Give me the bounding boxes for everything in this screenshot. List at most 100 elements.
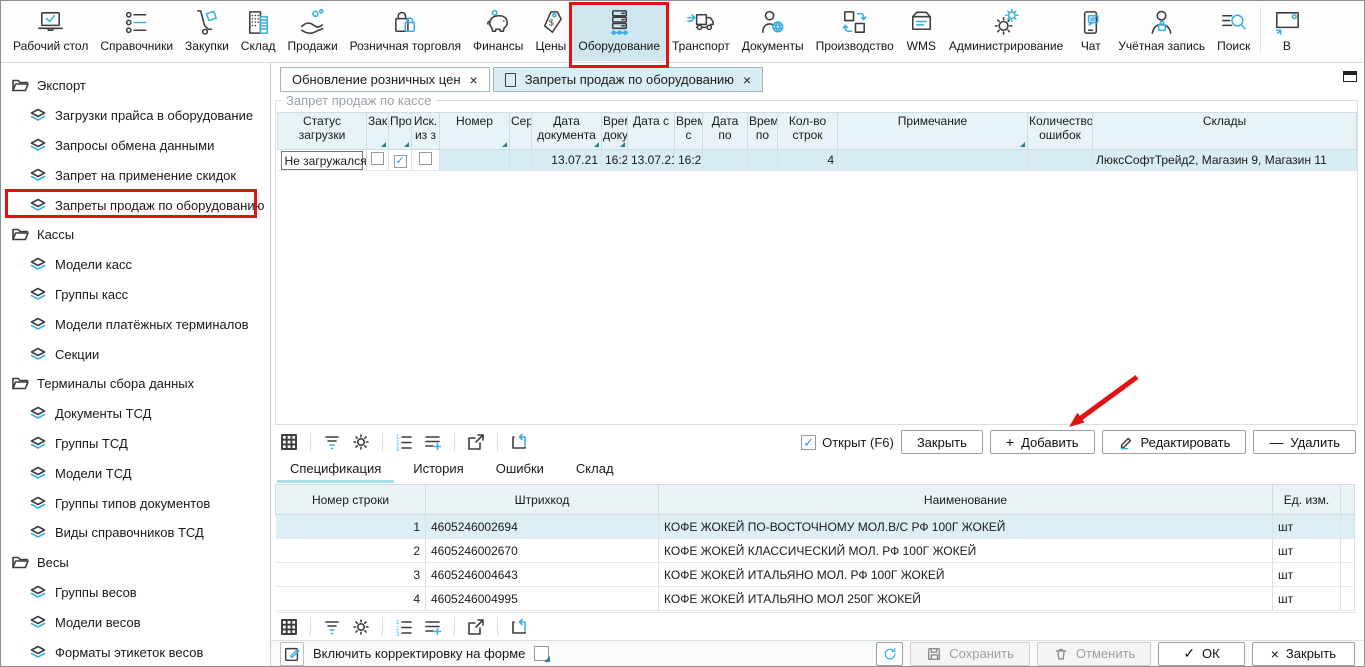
list-add-icon[interactable]: [421, 615, 445, 639]
cell-doc-date[interactable]: 13.07.21: [532, 150, 602, 171]
checkbox-unchecked[interactable]: [371, 152, 384, 165]
col-header-zakr[interactable]: Закр: [367, 113, 389, 150]
cell-warehouses[interactable]: ЛюксСофтТрейд2, Магазин 9, Магазин 11: [1093, 150, 1357, 171]
tab-errors[interactable]: Ошибки: [483, 458, 557, 483]
close-icon[interactable]: ×: [470, 73, 478, 87]
sidebar-item-tsd-documents[interactable]: Документы ТСД: [1, 399, 270, 429]
numbered-list-icon[interactable]: 123: [392, 615, 416, 639]
col-header-isk[interactable]: Иск. из з: [412, 113, 440, 150]
col-header-time-from[interactable]: Врем. с: [675, 113, 703, 150]
toolbar-item-prices[interactable]: $ Цены: [529, 5, 572, 61]
sidebar-item-sections[interactable]: Секции: [1, 339, 270, 369]
toolbar-item-desktop[interactable]: Рабочий стол: [7, 5, 94, 61]
toolbar-item-sales[interactable]: Продажи: [282, 5, 344, 61]
cell-time-from[interactable]: 16:22: [675, 150, 703, 171]
cell-zakr[interactable]: [367, 150, 389, 171]
cell-errors-count[interactable]: [1028, 150, 1093, 171]
col-header-name[interactable]: Наименование: [659, 485, 1273, 515]
col-header-series[interactable]: Сер: [510, 113, 532, 150]
sidebar-item-price-uploads[interactable]: Загрузки прайса в оборудование: [1, 101, 270, 131]
cell-date-from[interactable]: 13.07.21: [628, 150, 675, 171]
toolbar-item-warehouse[interactable]: Склад: [235, 5, 282, 61]
filter-icon[interactable]: [320, 615, 344, 639]
sidebar-item-discount-ban[interactable]: Запрет на применение скидок: [1, 160, 270, 190]
cell-series[interactable]: [510, 150, 532, 171]
tab-history[interactable]: История: [400, 458, 476, 483]
table-grid-icon[interactable]: [277, 615, 301, 639]
gear-icon[interactable]: [349, 615, 373, 639]
cancel-button[interactable]: Отменить: [1037, 642, 1151, 666]
sidebar-item-scale-groups[interactable]: Группы весов: [1, 578, 270, 608]
sidebar-item-tsd-groups[interactable]: Группы ТСД: [1, 429, 270, 459]
open-external-icon[interactable]: [464, 615, 488, 639]
spec-row[interactable]: 3 4605246004643 КОФЕ ЖОКЕЙ ИТАЛЬЯНО МОЛ.…: [276, 563, 1355, 587]
col-header-unit[interactable]: Ед. изм.: [1273, 485, 1341, 515]
col-header-rows-count[interactable]: Кол-во строк: [778, 113, 838, 150]
cell-status[interactable]: Не загружался: [278, 150, 367, 171]
cell-number[interactable]: [440, 150, 510, 171]
sidebar-item-data-exchange[interactable]: Запросы обмена данными: [1, 131, 270, 161]
toolbar-item-equipment[interactable]: Оборудование: [572, 5, 666, 61]
checkbox-checked[interactable]: ✓: [394, 155, 407, 168]
col-header-errors-count[interactable]: Количество ошибок: [1028, 113, 1093, 150]
sidebar-item-terminal-models[interactable]: Модели платёжных терминалов: [1, 309, 270, 339]
sidebar-folder-tsd[interactable]: Терминалы сбора данных: [1, 369, 270, 399]
cell-date-to[interactable]: [703, 150, 748, 171]
reimport-icon[interactable]: [507, 615, 531, 639]
sidebar-item-label-formats[interactable]: Форматы этикеток весов: [1, 637, 270, 666]
list-add-icon[interactable]: [421, 430, 445, 454]
edit-form-button[interactable]: [280, 642, 304, 666]
tab-retail-price-update[interactable]: Обновление розничных цен ×: [280, 67, 490, 92]
toolbar-item-account[interactable]: Учётная запись: [1112, 5, 1211, 61]
toolbar-item-transport[interactable]: Транспорт: [666, 5, 736, 61]
close-record-button[interactable]: Закрыть: [901, 430, 983, 454]
col-header-pro[interactable]: Про: [389, 113, 412, 150]
sidebar-item-scale-models[interactable]: Модели весов: [1, 607, 270, 637]
col-header-doc-time[interactable]: Врем. докум: [602, 113, 628, 150]
toolbar-item-references[interactable]: Справочники: [94, 5, 179, 61]
toolbar-item-search[interactable]: Поиск: [1211, 5, 1256, 61]
spec-row[interactable]: 1 4605246002694 КОФЕ ЖОКЕЙ ПО-ВОСТОЧНОМУ…: [276, 515, 1355, 539]
sidebar-folder-cash-registers[interactable]: Кассы: [1, 220, 270, 250]
sidebar-folder-scales[interactable]: Весы: [1, 548, 270, 578]
tab-specification[interactable]: Спецификация: [277, 458, 394, 483]
col-header-date-from[interactable]: Дата с: [628, 113, 675, 150]
tab-warehouse[interactable]: Склад: [563, 458, 627, 483]
cell-doc-time[interactable]: 16:22: [602, 150, 628, 171]
sidebar-item-cash-groups[interactable]: Группы касс: [1, 280, 270, 310]
ok-button[interactable]: ✓ ОК: [1158, 642, 1244, 666]
toolbar-item-wms[interactable]: WMS: [900, 5, 943, 61]
window-list-icon[interactable]: [1343, 71, 1357, 82]
toolbar-item-production[interactable]: Производство: [810, 5, 900, 61]
col-header-line-number[interactable]: Номер строки: [276, 485, 426, 515]
grid-data-row[interactable]: Не загружался ✓ 13.07.21 16:22 13.07.21 …: [278, 150, 1357, 171]
cell-isk[interactable]: [412, 150, 440, 171]
spec-row[interactable]: 2 4605246002670 КОФЕ ЖОКЕЙ КЛАССИЧЕСКИЙ …: [276, 539, 1355, 563]
sidebar-item-doc-type-groups[interactable]: Группы типов документов: [1, 488, 270, 518]
col-header-barcode[interactable]: Штрихкод: [426, 485, 659, 515]
correction-checkbox[interactable]: [534, 646, 549, 661]
col-header-note[interactable]: Примечание: [838, 113, 1028, 150]
sidebar-item-tsd-models[interactable]: Модели ТСД: [1, 458, 270, 488]
cell-rows-count[interactable]: 4: [778, 150, 838, 171]
cell-note[interactable]: [838, 150, 1028, 171]
col-header-number[interactable]: Номер: [440, 113, 510, 150]
toolbar-item-truncated[interactable]: В: [1265, 5, 1308, 61]
toolbar-item-administration[interactable]: Администрирование: [943, 5, 1069, 61]
open-f6-toggle[interactable]: ✓ Открыт (F6): [801, 435, 894, 450]
col-header-time-to[interactable]: Врем. по: [748, 113, 778, 150]
tab-sales-ban-equipment[interactable]: Запреты продаж по оборудованию ×: [493, 67, 764, 92]
close-icon[interactable]: ×: [743, 73, 751, 87]
toolbar-item-chat[interactable]: Чат: [1069, 5, 1112, 61]
sidebar-item-cash-models[interactable]: Модели касс: [1, 250, 270, 280]
open-external-icon[interactable]: [464, 430, 488, 454]
col-header-doc-date[interactable]: Дата документа: [532, 113, 602, 150]
add-button[interactable]: + Добавить: [990, 430, 1095, 454]
toolbar-item-finance[interactable]: Финансы: [467, 5, 529, 61]
col-header-date-to[interactable]: Дата по: [703, 113, 748, 150]
table-grid-icon[interactable]: [277, 430, 301, 454]
save-button[interactable]: Сохранить: [910, 642, 1030, 666]
sidebar-item-sales-ban-equipment[interactable]: Запреты продаж по оборудованию: [1, 190, 270, 220]
toolbar-item-purchases[interactable]: Закупки: [179, 5, 235, 61]
checkbox-unchecked[interactable]: [419, 152, 432, 165]
